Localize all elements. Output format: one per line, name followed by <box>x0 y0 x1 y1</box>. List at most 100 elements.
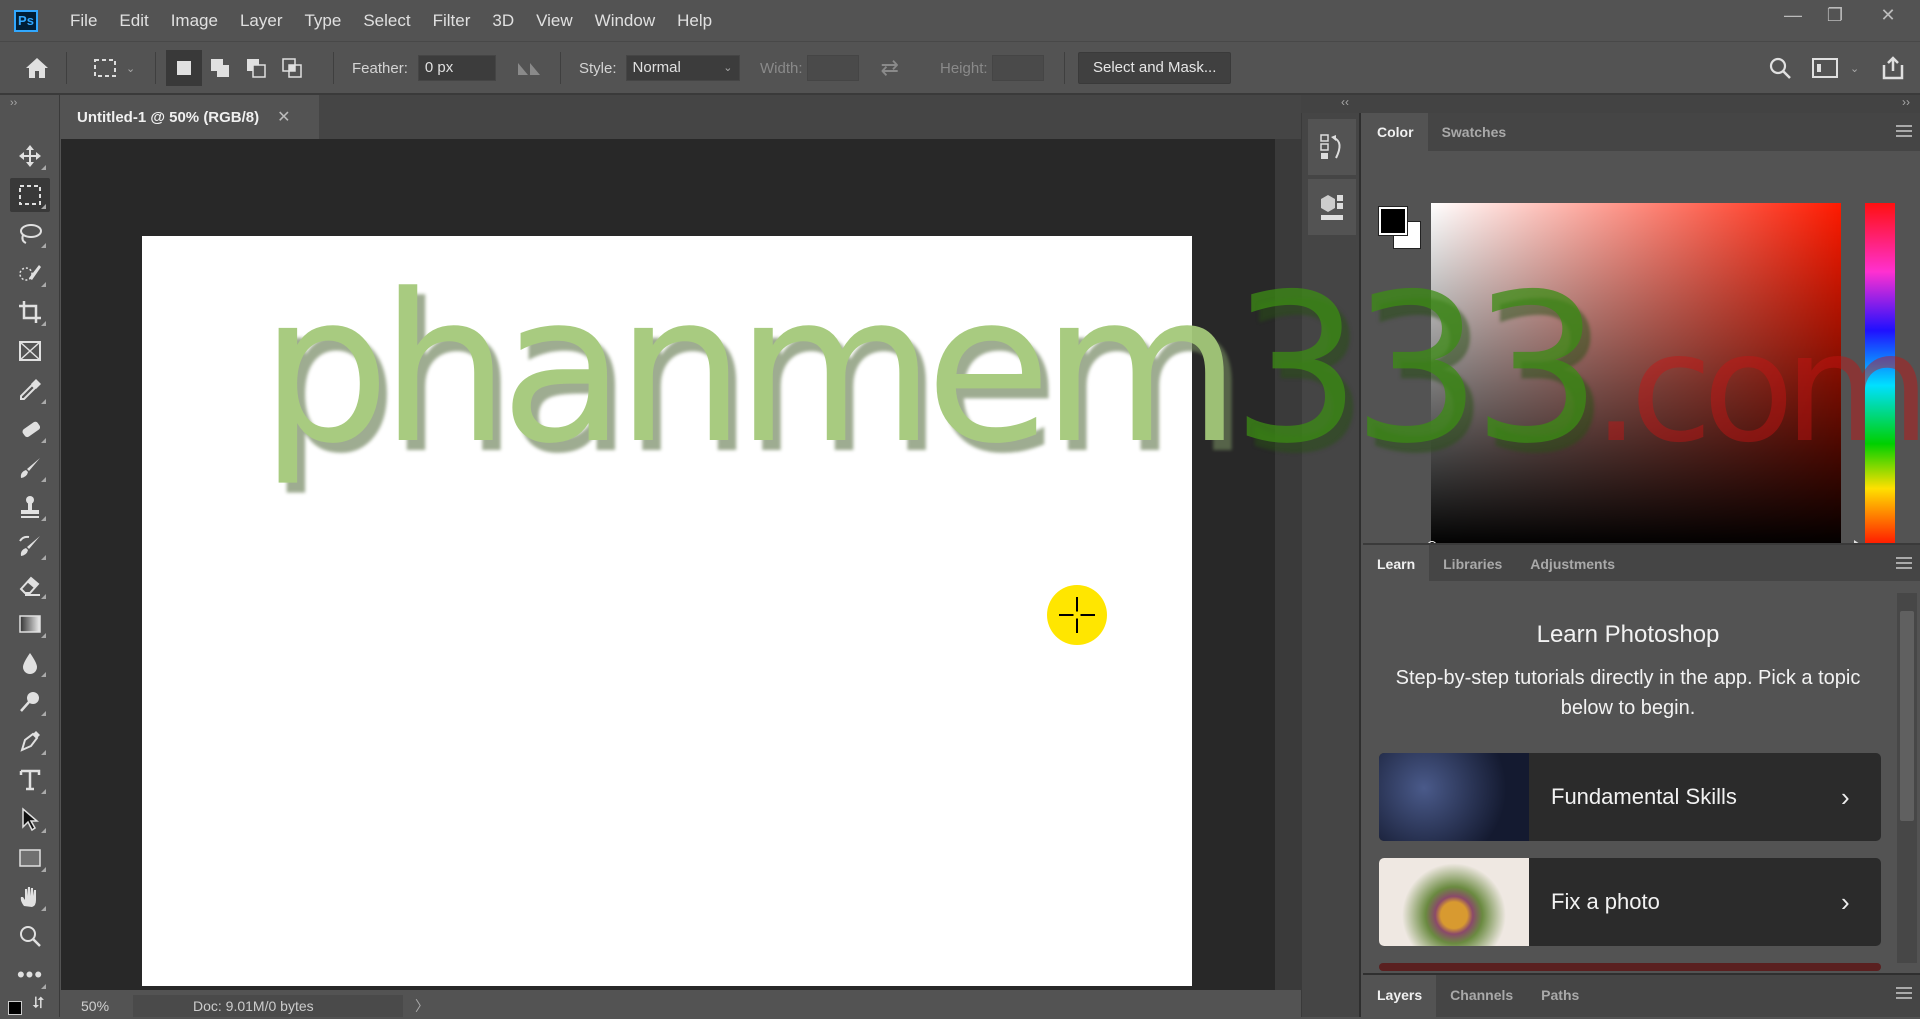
close-button[interactable]: ✕ <box>1856 0 1920 30</box>
tab-adjustments[interactable]: Adjustments <box>1516 545 1629 583</box>
close-tab-icon[interactable]: ✕ <box>277 107 290 127</box>
share-icon <box>1882 56 1904 80</box>
feather-input[interactable]: 0 px <box>417 55 496 81</box>
learn-card-fix-a-photo[interactable]: Fix a photo › <box>1379 858 1881 946</box>
hue-slider[interactable] <box>1865 203 1895 547</box>
vertical-scrollbar[interactable] <box>1275 139 1301 990</box>
arrow-selection-icon <box>22 807 40 832</box>
eraser-tool[interactable] <box>10 568 50 602</box>
collapse-panels-right-icon[interactable]: ›› <box>1902 95 1910 109</box>
tab-swatches[interactable]: Swatches <box>1428 113 1521 151</box>
zoom-level[interactable]: 50% <box>61 998 133 1014</box>
document-tab-title: Untitled-1 @ 50% (RGB/8) <box>77 108 260 126</box>
cursor-crosshair-icon <box>1047 585 1107 645</box>
stamp-icon <box>21 496 39 518</box>
width-label: Width: <box>760 59 803 77</box>
tab-color[interactable]: Color <box>1363 113 1428 151</box>
menu-image[interactable]: Image <box>171 11 218 31</box>
history-icon <box>1320 134 1341 159</box>
search-button[interactable] <box>1768 42 1792 94</box>
menu-layer[interactable]: Layer <box>240 11 283 31</box>
workspace-button[interactable]: ⌄ <box>1812 42 1859 94</box>
home-icon <box>26 58 48 78</box>
subtract-selection-button[interactable] <box>238 50 274 86</box>
photoshop-logo: Ps <box>14 9 38 32</box>
tab-learn[interactable]: Learn <box>1363 545 1430 583</box>
restore-button[interactable]: ❐ <box>1814 0 1856 30</box>
path-selection-tool[interactable] <box>10 802 50 836</box>
swap-colors-icon[interactable]: ⮃ <box>32 995 45 1013</box>
style-select[interactable]: Normal ⌄ <box>625 55 740 81</box>
menu-3d[interactable]: 3D <box>492 11 514 31</box>
gradient-tool[interactable] <box>10 607 50 641</box>
learn-title: Learn Photoshop <box>1536 621 1720 648</box>
share-button[interactable] <box>1880 42 1906 94</box>
menu-view[interactable]: View <box>536 11 573 31</box>
menu-type[interactable]: Type <box>304 11 341 31</box>
frame-tool[interactable] <box>10 334 50 368</box>
type-tool[interactable] <box>10 763 50 797</box>
swap-dimensions-icon[interactable]: ⇄ <box>881 55 899 81</box>
status-menu-arrow-icon[interactable]: 〉 <box>415 996 429 1016</box>
feather-label: Feather: <box>352 59 408 77</box>
eyedropper-tool[interactable] <box>10 373 50 407</box>
history-brush-tool[interactable] <box>10 529 50 563</box>
saturation-brightness-field[interactable] <box>1431 203 1841 547</box>
intersect-selection-button[interactable] <box>274 50 310 86</box>
dodge-tool[interactable] <box>10 685 50 719</box>
tab-layers[interactable]: Layers <box>1363 975 1437 1019</box>
learn-card-fundamental-skills[interactable]: Fundamental Skills › <box>1379 753 1881 841</box>
3d-panel-button[interactable] <box>1308 179 1356 235</box>
brush-tool[interactable] <box>10 451 50 485</box>
learn-scrollbar[interactable] <box>1897 593 1917 963</box>
menu-bar: Ps File Edit Image Layer Type Select Fil… <box>0 0 1920 41</box>
move-tool[interactable] <box>10 139 50 173</box>
collapse-panels-left-icon[interactable]: ‹‹ <box>1341 95 1349 109</box>
hand-tool[interactable] <box>10 880 50 914</box>
panel-menu-icon[interactable] <box>1896 125 1912 137</box>
healing-brush-tool[interactable] <box>10 412 50 446</box>
tool-preset-picker[interactable]: ⌄ <box>92 42 135 94</box>
clone-stamp-tool[interactable] <box>10 490 50 524</box>
document-tab[interactable]: Untitled-1 @ 50% (RGB/8) ✕ <box>61 95 319 139</box>
rectangle-tool[interactable] <box>10 841 50 875</box>
panel-menu-icon[interactable] <box>1896 557 1912 569</box>
pen-tool[interactable] <box>10 724 50 758</box>
menu-filter[interactable]: Filter <box>433 11 471 31</box>
rectangular-marquee-tool[interactable] <box>10 178 50 212</box>
divider <box>1064 52 1065 84</box>
home-button[interactable] <box>24 42 50 94</box>
panel-menu-icon[interactable] <box>1896 987 1912 999</box>
width-input[interactable] <box>806 55 859 81</box>
tab-channels[interactable]: Channels <box>1436 975 1527 1019</box>
menu-window[interactable]: Window <box>595 11 655 31</box>
height-input[interactable] <box>991 55 1044 81</box>
blur-tool[interactable] <box>10 646 50 680</box>
foreground-color-swatch[interactable] <box>1378 206 1408 236</box>
quick-selection-icon <box>19 265 41 281</box>
add-to-selection-button[interactable] <box>202 50 238 86</box>
quick-selection-tool[interactable] <box>10 256 50 290</box>
healing-brush-icon <box>22 421 41 438</box>
scrollbar-thumb[interactable] <box>1900 611 1914 821</box>
panel-icon-strip <box>1301 113 1361 1017</box>
lasso-tool[interactable] <box>10 217 50 251</box>
tab-libraries[interactable]: Libraries <box>1429 545 1516 583</box>
menu-edit[interactable]: Edit <box>119 11 148 31</box>
select-and-mask-button[interactable]: Select and Mask... <box>1078 52 1232 84</box>
menu-select[interactable]: Select <box>363 11 410 31</box>
default-colors-icon[interactable] <box>8 1001 22 1015</box>
menu-file[interactable]: File <box>70 11 97 31</box>
tab-paths[interactable]: Paths <box>1527 975 1593 1019</box>
history-panel-button[interactable] <box>1308 119 1356 175</box>
toolbar-collapse[interactable]: ›› <box>10 97 17 109</box>
canvas[interactable] <box>142 236 1192 986</box>
document-tabs: Untitled-1 @ 50% (RGB/8) ✕ <box>61 95 1301 139</box>
edit-toolbar-button[interactable]: ••• <box>10 958 50 992</box>
crop-tool[interactable] <box>10 295 50 329</box>
crop-icon <box>19 301 41 323</box>
minimize-button[interactable]: — <box>1772 0 1814 30</box>
new-selection-button[interactable] <box>166 50 202 86</box>
menu-help[interactable]: Help <box>677 11 712 31</box>
zoom-tool[interactable] <box>10 919 50 953</box>
